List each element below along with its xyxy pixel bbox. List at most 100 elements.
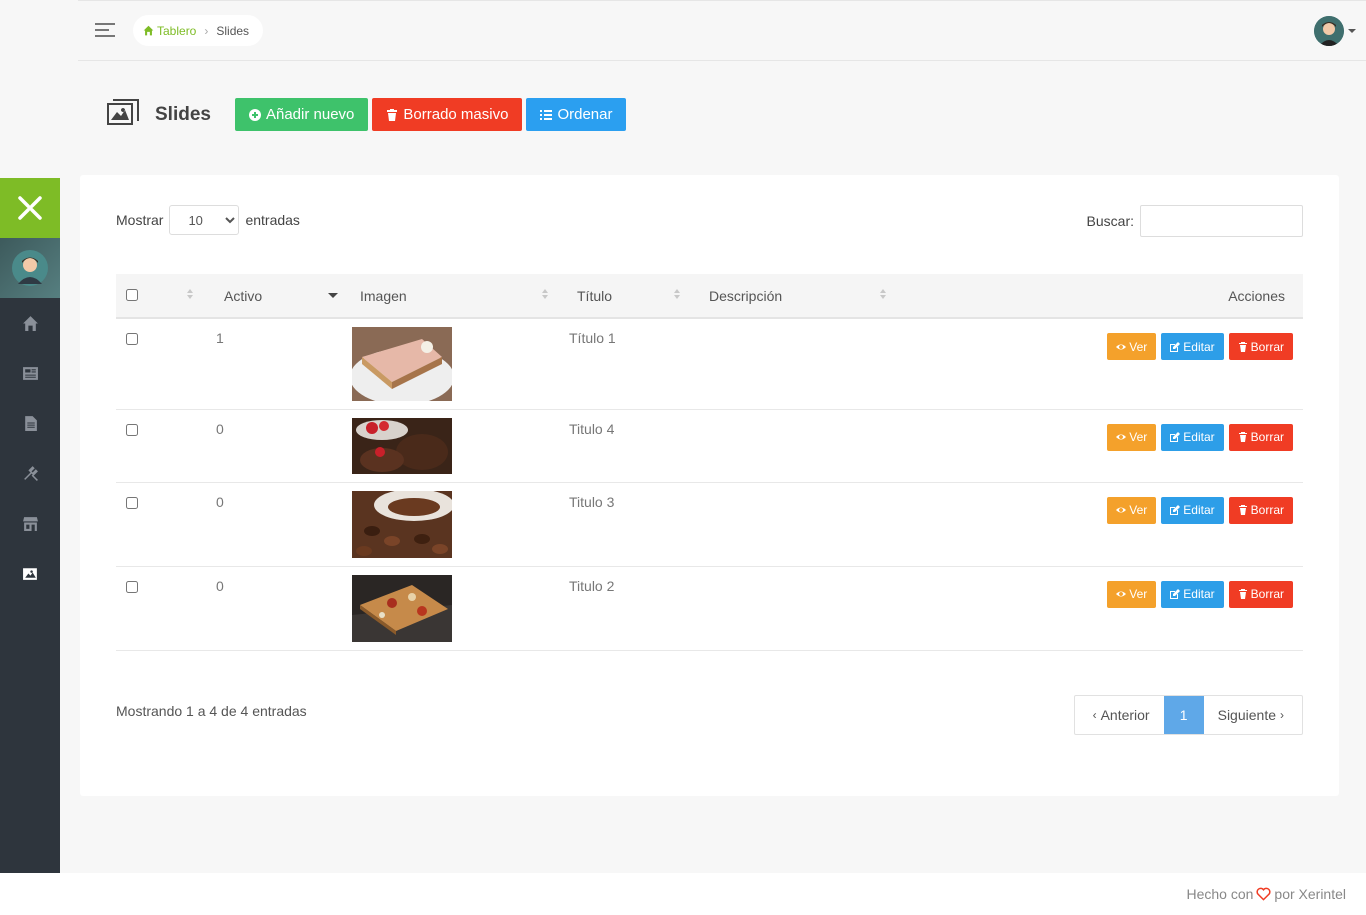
order-label: Ordenar (557, 106, 613, 123)
sidebar-item-slides[interactable] (0, 548, 60, 598)
row-actions-cell: Ver Editar Borrar (909, 482, 1303, 567)
sidebar-item-store[interactable] (0, 498, 60, 548)
logo-icon (18, 196, 42, 220)
prev-label: Anterior (1100, 707, 1150, 723)
sidebar-item-pages[interactable] (0, 398, 60, 448)
add-new-label: Añadir nuevo (265, 106, 355, 123)
top-header: Tablero › Slides (78, 0, 1366, 61)
row-descripcion (709, 482, 909, 567)
order-button[interactable]: Ordenar (526, 98, 627, 131)
delete-label: Borrar (1250, 430, 1284, 444)
logo[interactable] (0, 178, 60, 238)
sort-icon (542, 289, 548, 299)
table-row: 0 Titulo 3 Ver Editar Borrar (116, 482, 1303, 567)
row-select-cell (116, 409, 188, 483)
view-button[interactable]: Ver (1107, 496, 1157, 524)
entries-select[interactable]: 10 (169, 205, 240, 235)
search-label: Buscar: (1086, 213, 1134, 229)
newspaper-icon (22, 366, 38, 380)
avatar-icon (12, 250, 48, 286)
sidebar-item-news[interactable] (0, 348, 60, 398)
breadcrumb: Tablero › Slides (133, 15, 264, 46)
menu-toggle-icon[interactable] (95, 23, 115, 38)
delete-button[interactable]: Borrar (1228, 580, 1293, 608)
search-input[interactable] (1140, 205, 1303, 237)
slide-thumbnail[interactable] (352, 327, 452, 401)
col-titulo[interactable]: Título (577, 274, 709, 318)
table-info: Mostrando 1 a 4 de 4 entradas (116, 703, 307, 719)
length-control: Mostrar 10 entradas (116, 205, 300, 235)
col-activo[interactable]: Activo (224, 274, 360, 318)
row-titulo: Titulo 4 (569, 409, 701, 483)
edit-button[interactable]: Editar (1161, 423, 1224, 451)
edit-label: Editar (1183, 587, 1215, 601)
home-icon (22, 315, 38, 331)
row-select-cell (116, 566, 188, 651)
row-checkbox[interactable] (126, 333, 138, 345)
tools-icon (23, 465, 38, 481)
slide-thumbnail[interactable] (352, 490, 452, 558)
edit-icon (1170, 589, 1181, 599)
edit-button[interactable]: Editar (1161, 580, 1224, 608)
edit-icon (1170, 341, 1181, 352)
delete-button[interactable]: Borrar (1228, 496, 1293, 524)
select-all-checkbox[interactable] (126, 288, 138, 301)
edit-button[interactable]: Editar (1161, 496, 1224, 524)
edit-button[interactable]: Editar (1161, 333, 1224, 360)
row-checkbox[interactable] (126, 423, 138, 436)
images-icon (107, 99, 139, 130)
chevron-right-icon: › (1280, 708, 1284, 722)
prev-page-button[interactable]: ‹ Anterior (1075, 696, 1164, 734)
avatar (1314, 16, 1344, 46)
table-header-row: Activo Imagen Título Descripción Accione… (116, 274, 1303, 318)
edit-icon (1170, 505, 1181, 515)
row-titulo: Titulo 2 (569, 566, 701, 651)
row-select-cell (116, 318, 188, 410)
row-select-cell (116, 482, 188, 567)
table-row: 1 Título 1 Ver Editar Borrar (116, 318, 1303, 410)
row-activo: 0 (216, 482, 352, 567)
sort-icon (880, 289, 886, 299)
col-descripcion[interactable]: Descripción (709, 274, 909, 318)
delete-label: Borrar (1250, 503, 1284, 517)
slide-thumbnail[interactable] (352, 417, 452, 474)
trash-icon (1238, 341, 1247, 352)
view-button[interactable]: Ver (1107, 423, 1157, 451)
file-icon (24, 415, 37, 431)
delete-button[interactable]: Borrar (1228, 333, 1293, 360)
page-button-current[interactable]: 1 (1163, 696, 1204, 734)
mass-delete-label: Borrado masivo (403, 106, 509, 123)
mass-delete-button[interactable]: Borrado masivo (372, 98, 523, 131)
slides-card: Mostrar 10 entradas Buscar: Activo Image… (80, 175, 1339, 796)
sidebar-item-home[interactable] (0, 298, 60, 348)
delete-button[interactable]: Borrar (1228, 423, 1293, 451)
col-imagen-label: Imagen (360, 287, 407, 304)
breadcrumb-separator-icon: › (204, 23, 209, 38)
row-checkbox[interactable] (126, 496, 138, 509)
sidebar-item-tools[interactable] (0, 448, 60, 498)
breadcrumb-home[interactable]: Tablero (143, 24, 196, 38)
plus-circle-icon (248, 108, 261, 121)
select-all-cell (116, 274, 193, 318)
trash-icon (387, 108, 398, 121)
slide-thumbnail[interactable] (352, 574, 452, 642)
eye-icon (1116, 591, 1127, 597)
trash-icon (1238, 505, 1247, 515)
row-actions-cell: Ver Editar Borrar (909, 566, 1303, 651)
store-icon (22, 516, 38, 531)
view-button[interactable]: Ver (1107, 580, 1157, 608)
view-button[interactable]: Ver (1107, 333, 1157, 360)
next-page-button[interactable]: Siguiente › (1204, 696, 1302, 734)
user-menu[interactable] (1314, 16, 1356, 46)
col-imagen[interactable]: Imagen (360, 274, 577, 318)
sidebar-user[interactable] (0, 238, 60, 298)
col-acciones-label: Acciones (1228, 287, 1285, 304)
pagination: ‹ Anterior 1 Siguiente › (1073, 695, 1303, 735)
footer: Hecho con por Xerintel (0, 873, 1366, 915)
row-image-cell (352, 409, 577, 483)
add-new-button[interactable]: Añadir nuevo (234, 98, 369, 131)
row-checkbox[interactable] (126, 580, 138, 593)
table-row: 0 Titulo 2 Ver Editar Borrar (116, 566, 1303, 651)
page-title: Slides (155, 103, 211, 125)
edit-label: Editar (1183, 430, 1215, 444)
